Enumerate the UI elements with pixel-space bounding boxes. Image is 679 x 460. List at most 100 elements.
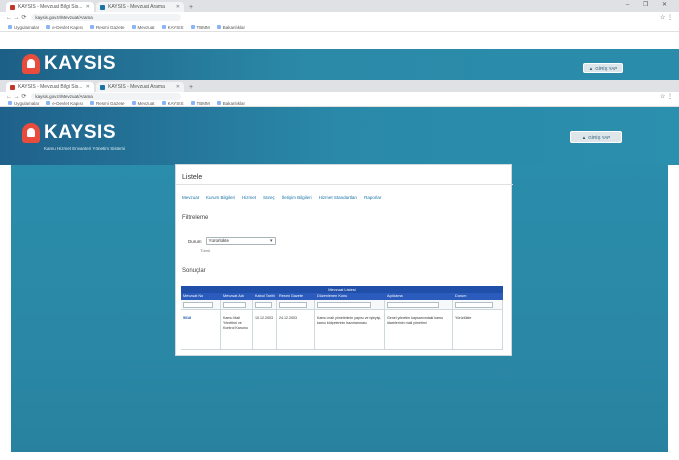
- kaysis-favicon-icon: [10, 4, 15, 10]
- bookmark-icon: [90, 101, 95, 105]
- inner-tab-2-title: KAYSIS - Mevzuat Arama: [108, 84, 165, 90]
- filter-section-title: Filtreleme: [182, 215, 209, 221]
- nav-link[interactable]: Kurum Bilgileri: [206, 195, 235, 200]
- column-filter-input[interactable]: [183, 302, 213, 308]
- bookmark-label: e-Devlet Kapısı: [52, 24, 84, 30]
- close-icon[interactable]: ✕: [86, 4, 90, 10]
- bookmark-label: Uygulamalar: [14, 100, 40, 106]
- table-cell: 24.12.2003: [277, 310, 315, 349]
- window-controls[interactable]: – ❐ ✕: [626, 1, 673, 8]
- nav-link[interactable]: İletişim Bilgileri: [282, 195, 312, 200]
- bookmark-icon: [216, 25, 221, 29]
- bookmark-item[interactable]: Resmi Gazete: [90, 25, 125, 30]
- close-icon[interactable]: ✕: [176, 4, 180, 10]
- column-filter-input[interactable]: [455, 302, 493, 308]
- bookmark-item[interactable]: Mevzuat: [131, 101, 155, 106]
- inner-site-logo[interactable]: KAYSIS: [22, 122, 116, 144]
- outer-tab-2[interactable]: KAYSIS - Mevzuat Arama ✕: [96, 2, 184, 12]
- bookmark-item[interactable]: TBMM: [190, 24, 210, 30]
- outer-site-logo[interactable]: KAYSIS: [22, 53, 116, 75]
- bookmark-icon: [161, 25, 166, 29]
- new-tab-button[interactable]: +: [189, 84, 193, 91]
- bookmark-item[interactable]: e-Devlet Kapısı: [46, 25, 83, 30]
- bookmark-item[interactable]: Mevzuat: [131, 24, 155, 30]
- column-header[interactable]: Mevzuat Adı: [221, 293, 253, 300]
- bookmark-label: TBMM: [196, 24, 210, 30]
- logo-subtitle: Kamu Hizmet Envanteri Yönetim Sistemi: [44, 146, 125, 151]
- column-filter-input[interactable]: [255, 302, 272, 308]
- logo-text: KAYSIS: [44, 122, 116, 143]
- close-icon[interactable]: ✕: [86, 84, 90, 90]
- outer-tab-1[interactable]: KAYSIS - Mevzuat Bilgi Sis... ✕: [6, 2, 94, 12]
- bookmark-icon: [131, 25, 136, 29]
- inner-toolbar-icons[interactable]: ☆ ⋮: [660, 93, 673, 100]
- column-header[interactable]: Mevzuat No: [181, 293, 221, 300]
- table-cell: 10.12.2003: [253, 310, 277, 349]
- bookmark-item[interactable]: TBMM: [190, 100, 210, 106]
- close-icon[interactable]: ✕: [176, 84, 180, 90]
- column-filter-input[interactable]: [223, 302, 247, 308]
- outer-tab-1-title: KAYSIS - Mevzuat Bilgi Sis...: [18, 4, 83, 10]
- inner-url-input[interactable]: kaysis.gov.tr/Mevzuat/Arama: [31, 92, 182, 100]
- table-row[interactable]: 5018 Kamu Mali Yönetimi ve Kontrol Kanun…: [181, 310, 503, 350]
- bookmark-label: TBMM: [196, 100, 210, 106]
- nav-link[interactable]: Süreç: [263, 195, 275, 200]
- column-header[interactable]: Açıklama: [385, 293, 453, 300]
- status-filter-label: Durum: [188, 238, 202, 244]
- bookmark-item[interactable]: Bakanlıklar: [216, 24, 246, 30]
- bookmark-icon: [46, 25, 51, 29]
- bookmark-item[interactable]: Uygulamalar: [8, 25, 39, 30]
- column-header[interactable]: Düzenlenen Konu: [315, 293, 385, 300]
- bookmark-item[interactable]: e-Devlet Kapısı: [46, 101, 83, 106]
- nav-buttons[interactable]: ← → ⟳: [6, 14, 26, 21]
- column-header[interactable]: Resmi Gazete: [277, 293, 315, 300]
- column-filter-input[interactable]: [387, 302, 439, 308]
- bookmark-item[interactable]: Uygulamalar: [8, 101, 39, 106]
- outer-login-button[interactable]: ▲ GİRİŞ YAP: [583, 63, 623, 73]
- inner-tab-2[interactable]: KAYSIS - Mevzuat Arama ✕: [96, 82, 184, 92]
- mevzuat-no-link[interactable]: 5018: [181, 310, 221, 349]
- table-cell: Kamu mali yönetiminin yapısı ve işleyişi…: [315, 310, 385, 349]
- bookmark-icon: [8, 25, 12, 29]
- nav-link[interactable]: Raporlar: [364, 195, 381, 200]
- filter-cell: [253, 300, 277, 309]
- inner-tab-bar: KAYSIS - Mevzuat Bilgi Sis... ✕ KAYSIS - …: [0, 80, 679, 168]
- nav-link[interactable]: Hizmet Standartları: [319, 195, 358, 200]
- bookmark-item[interactable]: KAYSIS: [161, 24, 184, 30]
- filter-cell: [315, 300, 385, 309]
- user-icon: ▲: [588, 65, 594, 71]
- bookmark-label: KAYSIS: [167, 24, 184, 30]
- column-filter-input[interactable]: [317, 302, 371, 308]
- column-filter-input[interactable]: [279, 302, 307, 308]
- filter-cell: [453, 300, 503, 309]
- bookmark-label: Mevzuat: [137, 24, 155, 30]
- nav-link[interactable]: Hizmet: [242, 195, 256, 200]
- bookmark-label: Bakanlıklar: [222, 24, 246, 30]
- nav-buttons[interactable]: ← → ⟳: [6, 93, 26, 100]
- bookmark-icon: [8, 101, 12, 105]
- panel-nav: Mevzuat Kurum Bilgileri Hizmet Süreç İle…: [182, 195, 381, 200]
- inner-tab-1[interactable]: KAYSIS - Mevzuat Bilgi Sis... ✕: [6, 82, 94, 92]
- new-tab-button[interactable]: +: [189, 4, 193, 11]
- outer-tab-2-title: KAYSIS - Mevzuat Arama: [108, 4, 165, 10]
- kaysis-logo-icon: [22, 54, 40, 74]
- status-filter-select[interactable]: Yürürlükte: [205, 237, 276, 245]
- kaysis-logo-icon: [22, 123, 40, 143]
- bookmark-icon: [190, 101, 195, 105]
- bookmark-icon: [190, 25, 195, 29]
- bookmark-item[interactable]: Resmi Gazete: [90, 101, 125, 106]
- nav-link[interactable]: Mevzuat: [182, 195, 199, 200]
- column-header[interactable]: Durum: [453, 293, 503, 300]
- results-section-title: Sonuçlar: [182, 268, 206, 274]
- column-header[interactable]: Kabul Tarihi: [253, 293, 277, 300]
- bookmark-item[interactable]: KAYSIS: [161, 100, 184, 106]
- table-caption: Mevzuat Listesi: [181, 286, 503, 293]
- outer-toolbar-icons[interactable]: ☆ ⋮: [660, 14, 673, 21]
- outer-url-input[interactable]: kaysis.gov.tr/Mevzuat/Arama: [31, 14, 182, 21]
- inner-bookmarks-bar: Uygulamalar e-Devlet Kapısı Resmi Gazete…: [0, 100, 679, 107]
- bookmark-label: KAYSIS: [167, 100, 184, 106]
- bookmark-icon: [216, 101, 221, 105]
- inner-login-button[interactable]: ▲ GİRİŞ YAP: [570, 131, 622, 143]
- bookmark-item[interactable]: Bakanlıklar: [216, 101, 245, 106]
- table-cell: Yürürlükte: [453, 310, 503, 349]
